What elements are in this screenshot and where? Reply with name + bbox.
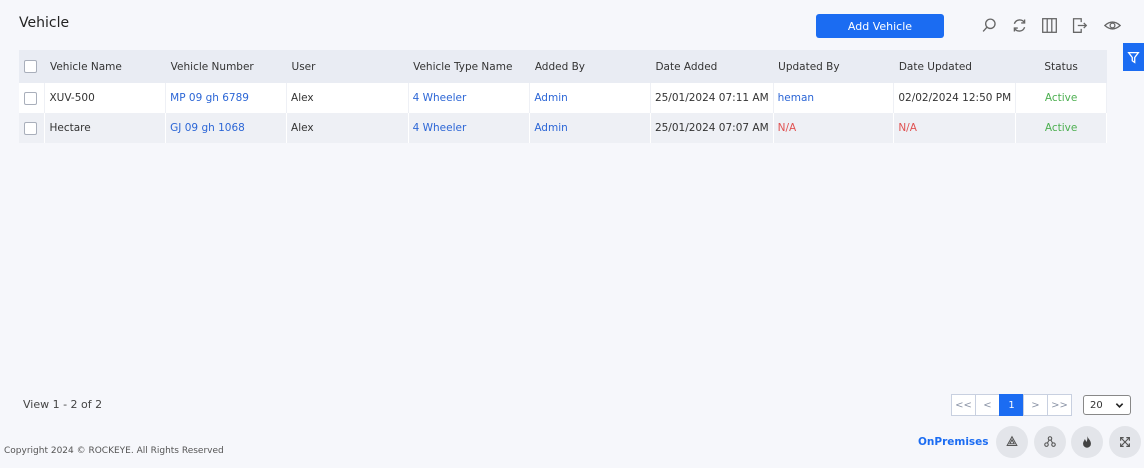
- prev-page-button[interactable]: <: [975, 394, 1000, 416]
- select-all-cell: [19, 50, 45, 83]
- filter-icon[interactable]: [1123, 43, 1144, 71]
- date-added-cell: 25/01/2024 07:07 AM: [650, 113, 774, 143]
- view-icon[interactable]: [1102, 15, 1122, 35]
- status-badge: Active: [1015, 83, 1107, 113]
- chevron-down-icon: [1115, 402, 1124, 408]
- column-header-updated-by[interactable]: Updated By: [773, 50, 894, 83]
- next-page-button[interactable]: >: [1023, 394, 1048, 416]
- page-size-value: 20: [1090, 399, 1103, 411]
- column-header-vehicle-type[interactable]: Vehicle Type Name: [408, 50, 530, 83]
- fire-icon[interactable]: [1071, 426, 1103, 458]
- added-by-link[interactable]: Admin: [529, 113, 651, 143]
- column-header-date-added[interactable]: Date Added: [650, 50, 774, 83]
- vehicle-name-cell: Hectare: [44, 113, 167, 143]
- search-icon[interactable]: [979, 15, 999, 35]
- added-by-link[interactable]: Admin: [529, 83, 651, 113]
- updated-by-link[interactable]: heman: [773, 83, 895, 113]
- date-added-cell: 25/01/2024 07:11 AM: [650, 83, 774, 113]
- row-select-cell: [19, 83, 46, 113]
- row-select-cell: [19, 113, 46, 143]
- column-header-date-updated[interactable]: Date Updated: [893, 50, 1016, 83]
- date-updated-cell: N/A: [893, 113, 1017, 143]
- table-row[interactable]: XUV-500 MP 09 gh 6789 Alex 4 Wheeler Adm…: [19, 83, 1107, 113]
- columns-icon[interactable]: [1039, 15, 1059, 35]
- column-header-status[interactable]: Status: [1015, 50, 1107, 83]
- network-icon[interactable]: [1034, 426, 1066, 458]
- current-page-button[interactable]: 1: [999, 394, 1024, 416]
- refresh-icon[interactable]: [1009, 15, 1029, 35]
- export-icon[interactable]: [1069, 15, 1089, 35]
- fullscreen-icon[interactable]: [1109, 426, 1141, 458]
- column-header-added-by[interactable]: Added By: [529, 50, 651, 83]
- column-header-vehicle-name[interactable]: Vehicle Name: [44, 50, 166, 83]
- page-size-select[interactable]: 20: [1083, 395, 1131, 415]
- date-updated-cell: 02/02/2024 12:50 PM: [893, 83, 1017, 113]
- user-cell: Alex: [286, 113, 409, 143]
- table-header-row: Vehicle Name Vehicle Number User Vehicle…: [19, 50, 1107, 83]
- vehicle-type-link[interactable]: 4 Wheeler: [408, 83, 531, 113]
- first-page-button[interactable]: <<: [951, 394, 976, 416]
- row-checkbox[interactable]: [24, 91, 37, 105]
- status-badge: Active: [1015, 113, 1107, 143]
- page-title: Vehicle: [19, 15, 70, 31]
- copyright-text: Copyright 2024 © ROCKEYE. All Rights Res…: [4, 446, 224, 456]
- vehicle-table: Vehicle Name Vehicle Number User Vehicle…: [19, 50, 1107, 143]
- column-header-user[interactable]: User: [286, 50, 409, 83]
- add-vehicle-button[interactable]: Add Vehicle: [816, 14, 944, 38]
- pagination: << < 1 > >>: [951, 394, 1072, 416]
- table-row[interactable]: Hectare GJ 09 gh 1068 Alex 4 Wheeler Adm…: [19, 113, 1107, 143]
- vehicle-number-link[interactable]: GJ 09 gh 1068: [165, 113, 288, 143]
- select-all-checkbox[interactable]: [24, 60, 37, 73]
- vehicle-type-link[interactable]: 4 Wheeler: [408, 113, 531, 143]
- vehicle-number-link[interactable]: MP 09 gh 6789: [165, 83, 288, 113]
- row-checkbox[interactable]: [24, 121, 37, 135]
- user-cell: Alex: [286, 83, 409, 113]
- updated-by-cell: N/A: [773, 113, 895, 143]
- last-page-button[interactable]: >>: [1047, 394, 1072, 416]
- recycle-icon[interactable]: [996, 426, 1028, 458]
- record-count: View 1 - 2 of 2: [23, 398, 103, 411]
- bottom-divider: [0, 468, 1144, 472]
- deployment-label: OnPremises: [918, 436, 989, 448]
- column-header-vehicle-number[interactable]: Vehicle Number: [165, 50, 287, 83]
- vehicle-name-cell: XUV-500: [44, 83, 167, 113]
